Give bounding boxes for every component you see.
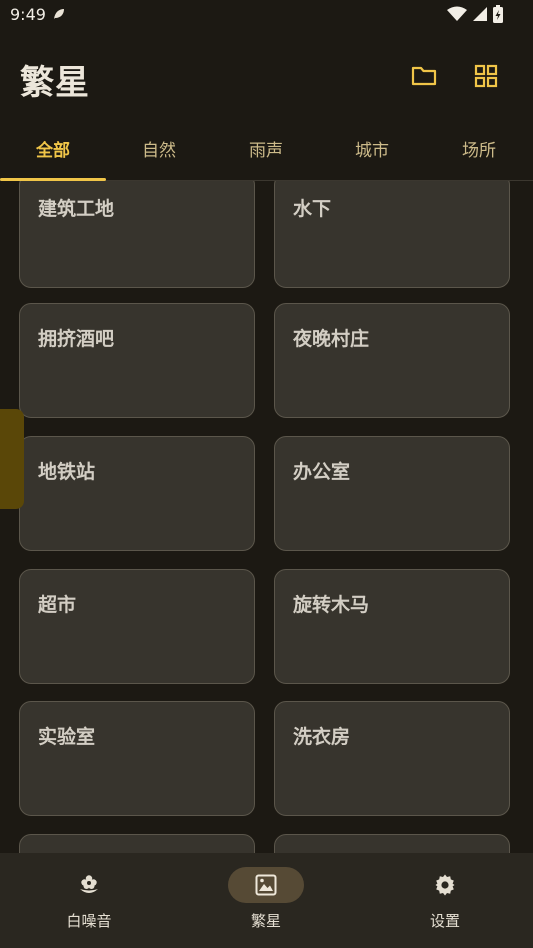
signal-icon (473, 7, 487, 21)
tab-label: 场所 (462, 141, 496, 161)
nav-label: 设置 (429, 912, 460, 930)
sound-card-label: 水下 (293, 198, 332, 220)
tab-label: 自然 (142, 141, 176, 161)
sound-card-label: 拥挤酒吧 (38, 328, 115, 350)
sound-card[interactable]: 实验室 (19, 701, 255, 816)
sound-card[interactable] (19, 834, 255, 853)
sound-card-label: 实验室 (38, 726, 96, 748)
sound-card-label: 地铁站 (38, 461, 96, 483)
grid-view-icon (474, 64, 498, 88)
nav-icon-container (51, 867, 127, 903)
sound-card[interactable]: 拥挤酒吧 (19, 303, 255, 418)
category-tabs: 全部 自然 雨声 城市 场所 (0, 130, 533, 181)
tab-rain[interactable]: 雨声 (213, 130, 319, 180)
image-icon (255, 874, 277, 896)
status-bar: 9:49 (0, 0, 533, 30)
sound-card[interactable]: 地铁站 (19, 436, 255, 551)
sound-card[interactable]: 办公室 (274, 436, 510, 551)
page-title: 繁星 (20, 63, 90, 103)
tab-label: 雨声 (249, 141, 283, 161)
sound-card[interactable]: 洗衣房 (274, 701, 510, 816)
flower-icon (80, 875, 98, 893)
gear-icon (435, 874, 455, 896)
side-drawer-handle[interactable] (0, 409, 24, 509)
status-time: 9:49 (10, 5, 46, 24)
sound-card-label: 超市 (38, 594, 77, 616)
nav-settings[interactable]: 设置 (356, 853, 533, 948)
sound-card[interactable]: 夜晚村庄 (274, 303, 510, 418)
sound-card[interactable]: 水下 (274, 181, 510, 288)
bottom-navigation: 白噪音 繁星 设置 (0, 853, 533, 948)
sound-card[interactable]: 建筑工地 (19, 181, 255, 288)
wifi-icon (447, 6, 467, 21)
tab-all[interactable]: 全部 (0, 130, 106, 181)
sound-card-label: 建筑工地 (38, 198, 115, 220)
sound-card[interactable] (274, 834, 510, 853)
nav-stars[interactable]: 繁星 (177, 853, 355, 948)
nav-label: 白噪音 (66, 912, 112, 930)
sound-card-label: 办公室 (293, 461, 351, 483)
sound-card-label: 洗衣房 (293, 726, 351, 748)
sound-card[interactable]: 超市 (19, 569, 255, 684)
nav-label: 繁星 (250, 912, 281, 930)
tab-nature[interactable]: 自然 (106, 130, 212, 180)
battery-charging-icon (493, 5, 503, 23)
sound-grid[interactable]: 建筑工地 水下 拥挤酒吧 夜晚村庄 地铁站 办公室 超市 旋转木马 实验室 洗衣… (0, 181, 533, 853)
tab-label: 城市 (355, 141, 389, 161)
tab-places[interactable]: 场所 (426, 130, 532, 180)
nav-icon-container (228, 867, 304, 903)
nav-white-noise[interactable]: 白噪音 (0, 853, 178, 948)
folder-button[interactable] (408, 60, 440, 92)
notification-leaf-icon (54, 9, 64, 19)
nav-icon-container (407, 867, 483, 903)
sound-card[interactable]: 旋转木马 (274, 569, 510, 684)
system-icons (447, 5, 503, 23)
tab-label: 全部 (36, 141, 70, 161)
sound-card-label: 旋转木马 (293, 594, 370, 616)
folder-icon (411, 66, 437, 86)
tab-city[interactable]: 城市 (319, 130, 425, 180)
grid-view-button[interactable] (470, 60, 502, 92)
sound-card-label: 夜晚村庄 (293, 328, 370, 350)
